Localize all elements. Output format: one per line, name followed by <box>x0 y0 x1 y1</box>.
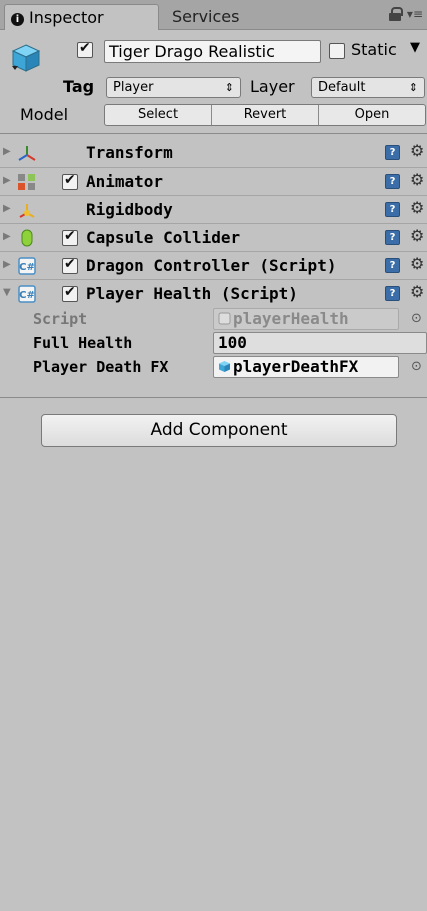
capsule-collider-icon <box>21 229 33 247</box>
component-enabled-checkbox[interactable] <box>62 256 78 274</box>
tab-services[interactable]: Services <box>162 4 274 30</box>
lock-icon[interactable] <box>388 7 403 21</box>
add-component-button[interactable]: Add Component <box>41 414 397 447</box>
script-asset-icon <box>218 312 231 325</box>
gear-icon[interactable]: ⚙ <box>410 282 424 301</box>
model-button-group: Select Revert Open <box>104 104 426 126</box>
component-name: Player Health (Script) <box>86 284 298 303</box>
foldout-collapsed-icon[interactable]: ▶ <box>3 259 11 270</box>
prefab-cube-icon <box>219 361 230 372</box>
component-dragon-controller[interactable]: ▶ C# Dragon Controller (Script) ? ⚙ <box>0 251 427 279</box>
component-animator[interactable]: ▶ Animator ? ⚙ <box>0 167 427 195</box>
tab-bar: i Inspector Services ▾≡ <box>0 0 427 30</box>
script-value: playerHealth <box>233 309 349 328</box>
gear-icon[interactable]: ⚙ <box>410 198 424 217</box>
csharp-script-icon: C# <box>18 285 36 303</box>
foldout-collapsed-icon[interactable]: ▶ <box>3 146 11 157</box>
rigidbody-icon <box>19 204 35 218</box>
layer-label: Layer <box>250 77 295 96</box>
component-enabled-checkbox[interactable] <box>62 284 78 302</box>
component-name: Animator <box>86 172 164 191</box>
property-script: Script playerHealth ⊙ <box>0 307 427 331</box>
static-label: Static <box>351 40 397 59</box>
animator-icon <box>18 174 35 190</box>
help-icon[interactable]: ? <box>385 258 400 273</box>
full-health-field[interactable]: 100 <box>213 332 427 354</box>
layer-value: Default <box>318 80 366 95</box>
static-dropdown-icon[interactable]: ▼ <box>410 40 420 55</box>
gameobject-cube-icon <box>11 44 41 72</box>
help-icon[interactable]: ? <box>385 230 400 245</box>
model-label: Model <box>20 105 69 124</box>
model-open-button[interactable]: Open <box>319 105 425 125</box>
transform-icon <box>18 146 36 161</box>
help-icon[interactable]: ? <box>385 174 400 189</box>
player-death-fx-label: Player Death FX <box>33 358 169 376</box>
gear-icon[interactable]: ⚙ <box>410 141 424 160</box>
gameobject-header: Tiger Drago Realistic Static ▼ Tag Playe… <box>0 30 427 134</box>
foldout-collapsed-icon[interactable]: ▶ <box>3 231 11 242</box>
component-name: Dragon Controller (Script) <box>86 256 337 275</box>
model-revert-button[interactable]: Revert <box>212 105 319 125</box>
gear-icon[interactable]: ⚙ <box>410 170 424 189</box>
gear-icon[interactable]: ⚙ <box>410 226 424 245</box>
component-capsule-collider[interactable]: ▶ Capsule Collider ? ⚙ <box>0 223 427 251</box>
gameobject-name-field[interactable]: Tiger Drago Realistic <box>104 40 321 63</box>
foldout-collapsed-icon[interactable]: ▶ <box>3 203 11 214</box>
model-select-button[interactable]: Select <box>105 105 212 125</box>
svg-text:C#: C# <box>19 290 35 301</box>
divider <box>0 397 427 398</box>
tag-dropdown[interactable]: Player ⇕ <box>106 77 241 98</box>
updown-arrows-icon: ⇕ <box>224 81 234 94</box>
component-name: Capsule Collider <box>86 228 241 247</box>
tab-inspector[interactable]: i Inspector <box>4 4 159 30</box>
object-picker-icon[interactable]: ⊙ <box>411 359 422 374</box>
component-name: Rigidbody <box>86 200 173 219</box>
foldout-expanded-icon[interactable]: ▼ <box>3 287 11 298</box>
help-icon[interactable]: ? <box>385 202 400 217</box>
component-enabled-checkbox[interactable] <box>62 228 78 246</box>
svg-text:C#: C# <box>19 262 35 273</box>
tag-value: Player <box>113 80 154 95</box>
help-icon[interactable]: ? <box>385 145 400 160</box>
component-transform[interactable]: ▶ Transform ? ⚙ <box>0 139 427 167</box>
static-checkbox[interactable] <box>329 43 345 59</box>
layer-dropdown[interactable]: Default ⇕ <box>311 77 425 98</box>
tag-label: Tag <box>63 77 95 96</box>
property-player-death-fx: Player Death FX playerDeathFX ⊙ <box>0 355 427 379</box>
tab-services-label: Services <box>172 7 240 26</box>
updown-arrows-icon: ⇕ <box>408 81 418 94</box>
player-death-fx-field[interactable]: playerDeathFX <box>213 356 399 378</box>
help-icon[interactable]: ? <box>385 286 400 301</box>
foldout-collapsed-icon[interactable]: ▶ <box>3 175 11 186</box>
tab-bar-controls: ▾≡ <box>388 7 423 21</box>
object-picker-icon: ⊙ <box>411 311 422 326</box>
gear-icon[interactable]: ⚙ <box>410 254 424 273</box>
component-player-health[interactable]: ▼ C# Player Health (Script) ? ⚙ <box>0 279 427 307</box>
component-name: Transform <box>86 143 173 162</box>
gameobject-active-checkbox[interactable] <box>77 40 93 58</box>
component-list: ▶ Transform ? ⚙ ▶ Animator ? ⚙ ▶ Rigid <box>0 139 427 379</box>
script-label: Script <box>33 310 88 328</box>
component-rigidbody[interactable]: ▶ Rigidbody ? ⚙ <box>0 195 427 223</box>
player-death-fx-value: playerDeathFX <box>233 357 359 376</box>
script-field: playerHealth <box>213 308 399 330</box>
csharp-script-icon: C# <box>18 257 36 275</box>
full-health-label: Full Health <box>33 334 133 352</box>
panel-menu-icon[interactable]: ▾≡ <box>407 7 423 21</box>
component-enabled-checkbox[interactable] <box>62 172 78 190</box>
info-icon: i <box>11 13 24 26</box>
property-full-health: Full Health 100 <box>0 331 427 355</box>
tab-inspector-label: Inspector <box>29 8 104 27</box>
